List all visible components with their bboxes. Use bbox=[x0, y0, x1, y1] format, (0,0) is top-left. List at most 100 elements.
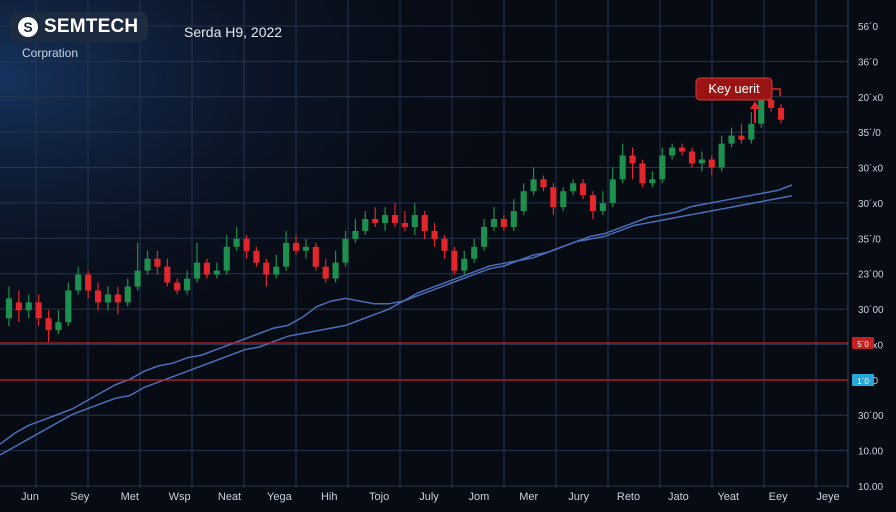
candle-up bbox=[520, 191, 527, 212]
level-badge-label: 5´0 bbox=[857, 340, 869, 349]
candle-up bbox=[530, 179, 537, 192]
chart-header: S SEMTECH Corpration bbox=[10, 12, 149, 60]
candle-up bbox=[302, 246, 309, 251]
candle-up bbox=[213, 270, 220, 275]
candle-up bbox=[560, 191, 567, 208]
candle-down bbox=[500, 219, 507, 227]
candle-down bbox=[372, 219, 379, 223]
candle-up bbox=[609, 179, 616, 204]
level-badge-label: 1´0 bbox=[857, 377, 869, 386]
candle-up bbox=[510, 211, 517, 227]
candle-up bbox=[75, 274, 82, 291]
candle-down bbox=[629, 155, 636, 164]
candle-down bbox=[312, 246, 319, 267]
y-tick-label: 30´x0 bbox=[858, 198, 883, 210]
x-tick-label: Yega bbox=[267, 491, 293, 503]
candle-down bbox=[292, 242, 300, 251]
candle-down bbox=[421, 215, 428, 231]
candle-up bbox=[471, 246, 478, 259]
candle-down bbox=[322, 266, 329, 279]
candle-down bbox=[85, 274, 92, 291]
y-tick-label: 10.00 bbox=[858, 447, 883, 458]
candle-down bbox=[688, 151, 696, 164]
annotation-label: Key uerit bbox=[708, 81, 760, 96]
candle-down bbox=[45, 318, 52, 331]
y-tick-label: 36´0 bbox=[858, 56, 878, 68]
x-tick-label: Jeye bbox=[816, 491, 839, 503]
candle-down bbox=[114, 294, 121, 303]
candle-down bbox=[431, 230, 438, 239]
candle-up bbox=[233, 238, 240, 247]
candle-up bbox=[273, 266, 280, 275]
candle-down bbox=[777, 107, 785, 120]
candle-down bbox=[738, 135, 745, 140]
candle-up bbox=[332, 262, 339, 279]
x-tick-label: Eey bbox=[769, 491, 788, 503]
x-tick-label: Jury bbox=[568, 491, 589, 503]
candle-up bbox=[728, 135, 735, 144]
candle-up bbox=[5, 298, 13, 319]
x-tick-label: Jato bbox=[668, 491, 689, 503]
candle-down bbox=[678, 147, 686, 152]
y-tick-label: 30´00 bbox=[858, 410, 884, 422]
candle-down bbox=[451, 250, 458, 271]
candle-down bbox=[589, 195, 597, 212]
candle-up bbox=[698, 159, 705, 164]
candle-down bbox=[94, 290, 102, 303]
candle-up bbox=[124, 286, 131, 303]
x-tick-label: Mer bbox=[519, 491, 538, 503]
candle-down bbox=[768, 99, 775, 108]
candle-up bbox=[490, 219, 498, 227]
candle-down bbox=[35, 302, 42, 319]
chart-date: Serda H9, 2022 bbox=[184, 24, 283, 40]
y-tick-label: 10.00 bbox=[858, 482, 883, 493]
candle-down bbox=[639, 163, 646, 184]
candle-down bbox=[164, 266, 171, 283]
candle-down bbox=[441, 238, 448, 251]
company-subtitle: Corpration bbox=[22, 46, 79, 60]
candle-up bbox=[104, 294, 112, 303]
candle-down bbox=[263, 262, 270, 275]
x-tick-label: Reto bbox=[617, 491, 640, 503]
candle-up bbox=[193, 262, 201, 279]
candle-up bbox=[342, 238, 349, 263]
y-tick-label: 56´0 bbox=[858, 21, 878, 33]
candle-down bbox=[203, 262, 210, 275]
candle-up bbox=[659, 155, 666, 180]
x-tick-label: Tojo bbox=[369, 491, 389, 503]
candle-up bbox=[599, 203, 606, 212]
candle-up bbox=[25, 302, 32, 311]
candle-down bbox=[391, 215, 399, 223]
candle-up bbox=[362, 219, 369, 231]
candle-up bbox=[223, 246, 230, 271]
candle-down bbox=[550, 187, 557, 208]
candle-up bbox=[55, 322, 62, 331]
candle-up bbox=[669, 147, 676, 156]
candle-up bbox=[283, 242, 290, 267]
candle-up bbox=[570, 183, 577, 192]
candle-down bbox=[401, 222, 408, 227]
y-tick-label: 35´/0 bbox=[858, 127, 881, 139]
company-logo: S SEMTECH bbox=[10, 12, 149, 42]
company-name: SEMTECH bbox=[44, 16, 139, 37]
chart-background-glow bbox=[0, 0, 896, 512]
price-chart: 56´0 36´0 20´x0 35´/0 30´x0 30´x0 35´/0 23´00 30… bbox=[0, 0, 896, 512]
candle-up bbox=[619, 155, 626, 180]
candle-down bbox=[540, 179, 547, 188]
x-tick-label: July bbox=[419, 491, 439, 503]
candle-up bbox=[481, 226, 488, 247]
candle-down bbox=[154, 258, 161, 267]
y-tick-label: 35´/0 bbox=[858, 233, 881, 245]
candle-down bbox=[15, 302, 22, 311]
y-tick-label: 30´x0 bbox=[858, 163, 883, 175]
x-tick-label: Met bbox=[121, 491, 139, 503]
candle-up bbox=[65, 290, 72, 323]
candle-down bbox=[580, 183, 587, 196]
x-tick-label: Yeat bbox=[717, 491, 739, 503]
candle-up bbox=[748, 123, 755, 140]
candle-up bbox=[352, 230, 359, 239]
candle-up bbox=[649, 179, 656, 184]
x-tick-label: Neat bbox=[218, 491, 241, 503]
candle-down bbox=[253, 250, 260, 263]
candle-up bbox=[382, 215, 389, 223]
